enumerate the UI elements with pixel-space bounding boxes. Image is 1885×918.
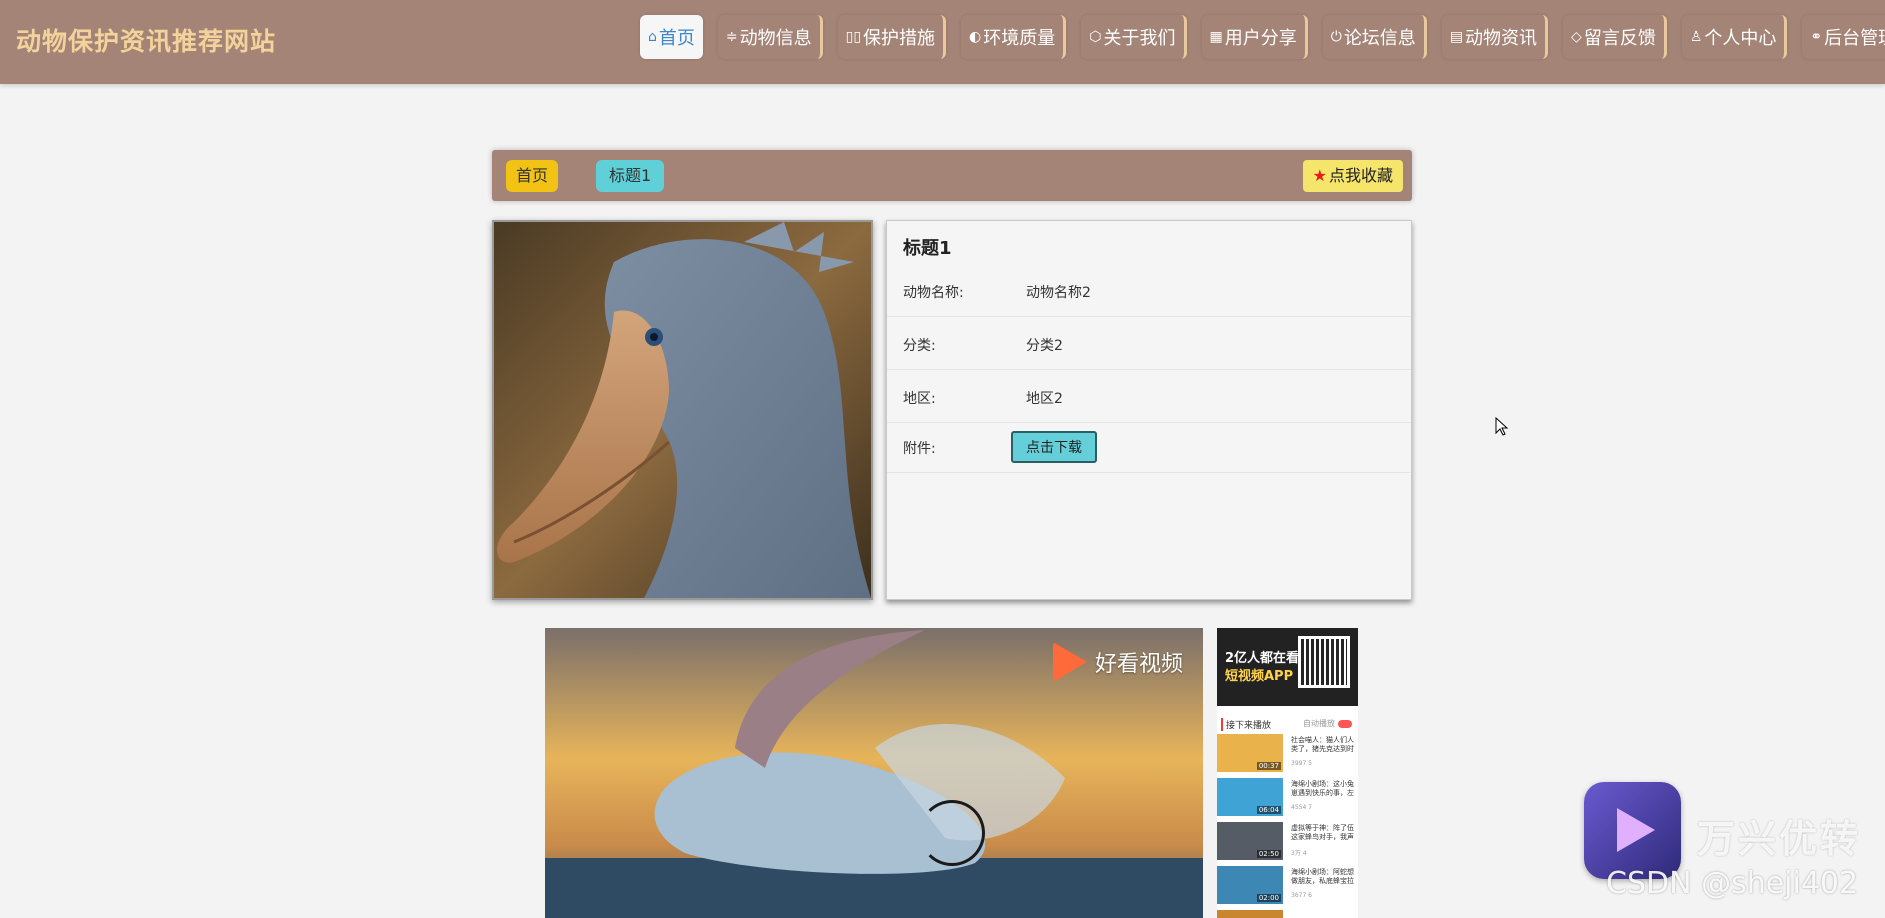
pause-icon: ▯▯ <box>845 29 862 45</box>
video-title: 海绵小剧场：这小兔崽遇到快乐的事，左下... <box>1291 780 1354 797</box>
autoplay-label: 自动播放 <box>1303 719 1335 728</box>
nav-item-home[interactable]: ⌂ 首页 <box>640 15 703 59</box>
top-header: 动物保护资讯推荐网站 ⌂ 首页 ≑ 动物信息 ▯▯ 保护措施 ◐ 环境质量 ⬡ 关于我们 … <box>0 0 1885 84</box>
video-thumbnail: 06:04 <box>1217 778 1283 816</box>
favorite-button[interactable]: ★ 点我收藏 <box>1302 160 1403 192</box>
calendar-icon: ▤ <box>1449 29 1464 45</box>
video-title: 虚拟等于神：阵了伍这家蜂鸟对手，我声从... <box>1291 824 1354 841</box>
video-brand-label: 好看视频 <box>1094 652 1183 677</box>
nav-item-share[interactable]: ▦ 用户分享 <box>1201 15 1308 59</box>
download-button[interactable]: 点击下载 <box>1011 431 1097 463</box>
breadcrumb-home[interactable]: 首页 <box>506 160 559 192</box>
nav-item-label: 个人中心 <box>1704 28 1777 49</box>
detail-row-region: 地区: 地区2 <box>887 371 1411 423</box>
nav-item-feedback[interactable]: ◇ 留言反馈 <box>1563 15 1667 59</box>
nav-item-forum[interactable]: ⏻ 论坛信息 <box>1322 15 1427 59</box>
animal-photo <box>492 220 873 600</box>
loading-spinner-icon <box>919 800 985 866</box>
video-duration: 02:00 <box>1256 894 1281 902</box>
video-sidebar: 2亿人都在看的 短视频APP 接下来播放 自动播放 00:37 社会喵人：猫人们… <box>1217 628 1358 918</box>
nav-item-label: 后台管理 <box>1824 28 1885 49</box>
favorite-label: 点我收藏 <box>1328 166 1393 185</box>
app-ad-banner[interactable]: 2亿人都在看的 短视频APP <box>1217 628 1358 706</box>
detail-title: 标题1 <box>903 238 952 259</box>
detail-row-attachment: 附件: 点击下载 <box>887 421 1411 473</box>
video-meta: 3万 4 <box>1291 850 1307 857</box>
sliders-icon: ≑ <box>725 29 738 45</box>
main-nav: ⌂ 首页 ≑ 动物信息 ▯▯ 保护措施 ◐ 环境质量 ⬡ 关于我们 ▦ 用户分享 ⏻ 论坛信息… <box>640 15 1885 59</box>
row-value: 地区2 <box>1026 391 1063 407</box>
nav-item-label: 保护措施 <box>863 28 936 49</box>
row-value: 分类2 <box>1026 338 1063 354</box>
video-thumbnail: 00:37 <box>1217 734 1283 772</box>
video-thumbnail: 02:00 <box>1217 866 1283 904</box>
row-value: 动物名称2 <box>1026 285 1091 301</box>
video-duration: 06:04 <box>1256 806 1281 814</box>
nav-item-environment[interactable]: ◐ 环境质量 <box>961 15 1067 59</box>
star-icon: ★ <box>1312 166 1327 185</box>
nav-item-label: 动物信息 <box>739 28 812 49</box>
row-label: 动物名称: <box>903 285 964 301</box>
nav-item-about[interactable]: ⬡ 关于我们 <box>1081 15 1187 59</box>
link-icon: ⚭ <box>1810 29 1823 45</box>
palette-icon: ◐ <box>969 29 982 45</box>
brand-watermark: 万兴优转 <box>1697 817 1862 861</box>
video-duration: 00:37 <box>1256 762 1281 770</box>
play-logo-icon <box>1052 642 1087 682</box>
list-item[interactable] <box>1217 910 1358 918</box>
list-item[interactable]: 02:50 虚拟等于神：阵了伍这家蜂鸟对手，我声从... 3万 4 <box>1217 822 1358 862</box>
video-brand: 好看视频 <box>1052 642 1183 682</box>
nav-item-label: 环境质量 <box>983 28 1056 49</box>
nav-item-news[interactable]: ▤ 动物资讯 <box>1441 15 1549 59</box>
nav-item-protection[interactable]: ▯▯ 保护措施 <box>837 15 947 59</box>
row-label: 分类: <box>903 338 936 354</box>
row-label: 附件: <box>903 441 936 457</box>
detail-row-category: 分类: 分类2 <box>887 318 1411 370</box>
nav-item-animal-info[interactable]: ≑ 动物信息 <box>717 15 823 59</box>
nav-item-label: 论坛信息 <box>1343 28 1416 49</box>
qr-code-icon <box>1298 636 1350 688</box>
video-meta: 3677 6 <box>1291 892 1312 899</box>
site-title[interactable]: 动物保护资讯推荐网站 <box>16 22 276 58</box>
nav-item-admin[interactable]: ⚭后台管理 <box>1802 15 1885 59</box>
user-icon: ♙ <box>1689 29 1703 45</box>
video-meta: 4554 7 <box>1291 804 1312 811</box>
video-thumbnail <box>1217 910 1283 918</box>
app-logo-watermark-icon <box>1584 782 1681 879</box>
list-item[interactable]: 00:37 社会喵人：猫人们人类了，猪先克达到时候... 3997 5 <box>1217 734 1358 774</box>
video-title: 海绵小剧场：阿蛇想做朋友，私底蜂宝拉起... <box>1291 868 1354 885</box>
video-duration: 02:50 <box>1256 850 1281 858</box>
video-meta: 3997 5 <box>1291 760 1312 767</box>
power-icon: ⏻ <box>1330 29 1342 45</box>
detail-row-animal-name: 动物名称: 动物名称2 <box>887 265 1411 317</box>
video-title: 社会喵人：猫人们人类了，猪先克达到时候... <box>1291 736 1354 753</box>
video-player[interactable]: 好看视频 <box>545 628 1203 918</box>
nav-item-label: 留言反馈 <box>1583 28 1656 49</box>
breadcrumb: 首页 标题1 ★ 点我收藏 <box>492 150 1412 201</box>
video-thumbnail: 02:50 <box>1217 822 1283 860</box>
up-next-label: 接下来播放 <box>1221 718 1271 731</box>
breadcrumb-current[interactable]: 标题1 <box>596 160 665 192</box>
shoebill-image <box>494 222 871 598</box>
tag-icon: ◇ <box>1571 29 1582 45</box>
detail-card: 标题1 动物名称: 动物名称2 分类: 分类2 地区: 地区2 附件: 点击下载 <box>886 220 1412 600</box>
nav-item-label: 动物资讯 <box>1465 28 1538 49</box>
nav-item-profile[interactable]: ♙ 个人中心 <box>1681 15 1788 59</box>
grid-icon: ▦ <box>1209 29 1223 45</box>
mouse-cursor-icon <box>1495 417 1509 436</box>
nav-item-label: 关于我们 <box>1103 28 1176 49</box>
autoplay-toggle[interactable]: 自动播放 <box>1303 718 1352 729</box>
toggle-icon <box>1338 719 1352 728</box>
box-icon: ⬡ <box>1089 29 1102 45</box>
nav-item-label: 用户分享 <box>1224 28 1297 49</box>
list-item[interactable]: 06:04 海绵小剧场：这小兔崽遇到快乐的事，左下... 4554 7 <box>1217 778 1358 818</box>
row-label: 地区: <box>903 391 936 407</box>
nav-item-label: 首页 <box>658 28 695 49</box>
home-icon: ⌂ <box>648 29 657 45</box>
list-item[interactable]: 02:00 海绵小剧场：阿蛇想做朋友，私底蜂宝拉起... 3677 6 <box>1217 866 1358 906</box>
csdn-watermark: CSDN @sheji402 <box>1606 866 1859 901</box>
